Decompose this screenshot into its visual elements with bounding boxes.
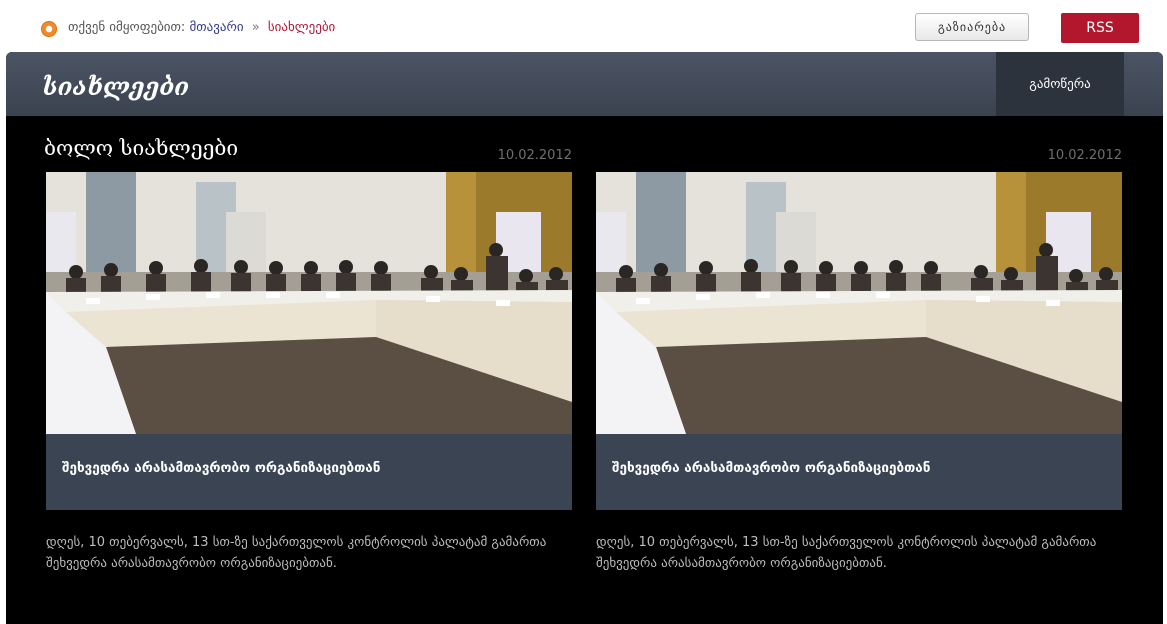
section-title: ბოლო სიახლეები	[44, 136, 239, 160]
breadcrumb-link-home[interactable]: მთავარი	[189, 20, 243, 35]
news-date: 10.02.2012	[497, 148, 572, 163]
news-description: დღეს, 10 თებერვალს, 13 სთ-ზე საქართველოს…	[46, 535, 547, 571]
breadcrumb-current[interactable]: სიახლეები	[268, 20, 335, 35]
breadcrumb: თქვენ იმყოფებით: მთავარი » სიახლეები	[68, 20, 335, 35]
news-description: დღეს, 10 თებერვალს, 13 სთ-ზე საქართველოს…	[596, 535, 1097, 571]
top-bar: თქვენ იმყოფებით: მთავარი » სიახლეები გაზ…	[0, 0, 1167, 52]
breadcrumb-separator: »	[251, 20, 260, 35]
breadcrumb-home-icon	[41, 21, 57, 37]
share-button[interactable]: გაზიარება	[915, 13, 1029, 41]
news-title[interactable]: შეხვედრა არასამთავრობო ორგანიზაციებთან	[612, 460, 930, 476]
news-title[interactable]: შეხვედრა არასამთავრობო ორგანიზაციებთან	[62, 460, 380, 476]
news-panel: სიახლეები გამოწერა ბოლო სიახლეები 10.02.…	[6, 52, 1163, 624]
panel-header: სიახლეები გამოწერა	[6, 52, 1163, 116]
news-title-bar[interactable]: შეხვედრა არასამთავრობო ორგანიზაციებთან	[46, 434, 572, 510]
rss-button[interactable]: RSS	[1061, 13, 1139, 43]
news-title-bar[interactable]: შეხვედრა არასამთავრობო ორგანიზაციებთან	[596, 434, 1122, 510]
subscribe-tab[interactable]: გამოწერა	[996, 52, 1124, 116]
news-date: 10.02.2012	[1047, 148, 1122, 163]
breadcrumb-prefix: თქვენ იმყოფებით:	[68, 20, 186, 35]
page-title: სიახლეები	[42, 72, 190, 101]
news-photo[interactable]	[596, 172, 1122, 434]
news-photo[interactable]	[46, 172, 572, 434]
